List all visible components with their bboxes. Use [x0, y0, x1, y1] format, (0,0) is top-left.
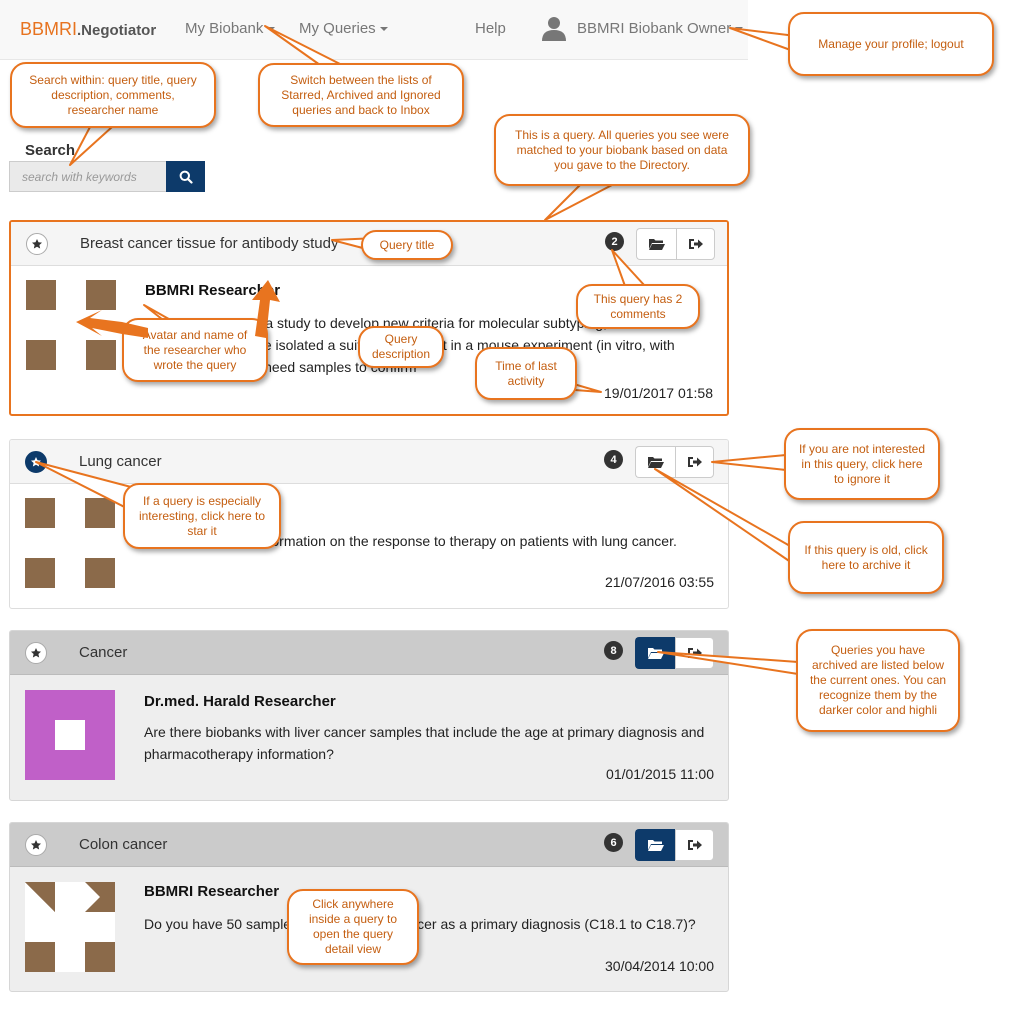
- nav-user-menu[interactable]: BBMRI Biobank Owner: [577, 20, 744, 37]
- researcher-avatar: [25, 690, 115, 780]
- callout-avatar: Avatar and name of the researcher who wr…: [122, 318, 268, 382]
- query-title: Lung cancer: [79, 453, 162, 470]
- nav-user-name: BBMRI Biobank Owner: [577, 20, 732, 37]
- callout-lists: Switch between the lists of Starred, Arc…: [258, 63, 464, 127]
- researcher-avatar: [26, 280, 116, 370]
- query-title: Colon cancer: [79, 836, 168, 853]
- star-button[interactable]: [25, 834, 47, 856]
- ignore-button[interactable]: [676, 228, 715, 260]
- query-title: Breast cancer tissue for antibody study: [80, 235, 339, 252]
- ignore-button[interactable]: [675, 829, 714, 861]
- search-icon: [179, 170, 193, 184]
- researcher-name: BBMRI Researcher: [144, 883, 280, 900]
- query-time: 19/01/2017 01:58: [604, 385, 713, 401]
- callout-profile: Manage your profile; logout: [788, 12, 994, 76]
- star-button[interactable]: [25, 642, 47, 664]
- nav-my-queries[interactable]: My Queries: [299, 20, 388, 37]
- star-icon: [31, 840, 41, 850]
- star-icon: [31, 648, 41, 658]
- archive-button[interactable]: [636, 228, 676, 260]
- query-card-header: Colon cancer 6: [10, 823, 728, 867]
- navbar: BBMRI.Negotiator My Biobank My Queries H…: [0, 0, 748, 60]
- caret-down-icon: [267, 27, 276, 32]
- star-button[interactable]: [26, 233, 48, 255]
- caret-down-icon: [379, 27, 388, 32]
- researcher-name: Dr.med. Harald Researcher: [144, 693, 336, 710]
- brand-main: BBMRI: [20, 19, 78, 39]
- nav-my-biobank-label: My Biobank: [185, 20, 264, 37]
- callout-comments: This query has 2 comments: [576, 284, 700, 329]
- user-icon: [542, 17, 566, 41]
- query-time: 30/04/2014 10:00: [605, 958, 714, 974]
- query-time: 01/01/2015 11:00: [606, 766, 714, 782]
- nav-my-queries-label: My Queries: [299, 20, 376, 37]
- callout-description: Query description: [358, 326, 444, 368]
- folder-open-icon: [647, 648, 664, 659]
- brand-sub: .Negotiator: [77, 22, 157, 39]
- folder-open-icon: [648, 239, 665, 250]
- archive-button[interactable]: [635, 446, 675, 478]
- archive-button[interactable]: [635, 637, 675, 669]
- folder-open-icon: [647, 840, 664, 851]
- query-card[interactable]: Lung cancer 4 We need detailed informati…: [9, 439, 729, 609]
- comment-count-badge: 2: [605, 232, 624, 251]
- caret-down-icon: [735, 27, 744, 32]
- query-card[interactable]: Cancer 8 Dr.med. Harald Researcher Are t…: [9, 630, 729, 801]
- researcher-name: BBMRI Researcher: [145, 282, 281, 299]
- query-description: Do you have 50 samples with colorectal c…: [144, 916, 696, 932]
- callout-open: Click anywhere inside a query to open th…: [287, 889, 419, 965]
- callout-title: Query title: [361, 230, 453, 260]
- folder-open-icon: [647, 457, 664, 468]
- comment-count-badge: 6: [604, 833, 623, 852]
- callout-archive: If this query is old, click here to arch…: [788, 521, 944, 594]
- query-card-header: Lung cancer 4: [10, 440, 728, 484]
- callout-star: If a query is especially interesting, cl…: [123, 483, 281, 549]
- sign-out-icon: [687, 840, 702, 850]
- star-icon: [31, 457, 41, 467]
- query-description: Are there biobanks with liver cancer sam…: [144, 724, 705, 762]
- search-label: Search: [25, 142, 76, 159]
- callout-query: This is a query. All queries you see wer…: [494, 114, 750, 186]
- sign-out-icon: [687, 457, 702, 467]
- nav-help[interactable]: Help: [475, 20, 506, 37]
- sign-out-icon: [687, 648, 702, 658]
- sign-out-icon: [688, 239, 703, 249]
- callout-search: Search within: query title, query descri…: [10, 62, 216, 128]
- query-time: 21/07/2016 03:55: [605, 574, 714, 590]
- star-button[interactable]: [25, 451, 47, 473]
- researcher-avatar: [25, 498, 115, 588]
- star-icon: [32, 239, 42, 249]
- search-button[interactable]: [166, 161, 205, 192]
- ignore-button[interactable]: [675, 446, 714, 478]
- researcher-avatar: [25, 882, 115, 972]
- callout-ignore: If you are not interested in this query,…: [784, 428, 940, 500]
- query-title: Cancer: [79, 644, 128, 661]
- query-card-header: Cancer 8: [10, 631, 728, 675]
- brand-logo[interactable]: BBMRI.Negotiator: [20, 19, 156, 40]
- callout-time: Time of last activity: [475, 347, 577, 400]
- search-input[interactable]: [9, 161, 167, 192]
- comment-count-badge: 8: [604, 641, 623, 660]
- callout-archived-list: Queries you have archived are listed bel…: [796, 629, 960, 732]
- comment-count-badge: 4: [604, 450, 623, 469]
- ignore-button[interactable]: [675, 637, 714, 669]
- archive-button[interactable]: [635, 829, 675, 861]
- nav-my-biobank[interactable]: My Biobank: [185, 20, 276, 37]
